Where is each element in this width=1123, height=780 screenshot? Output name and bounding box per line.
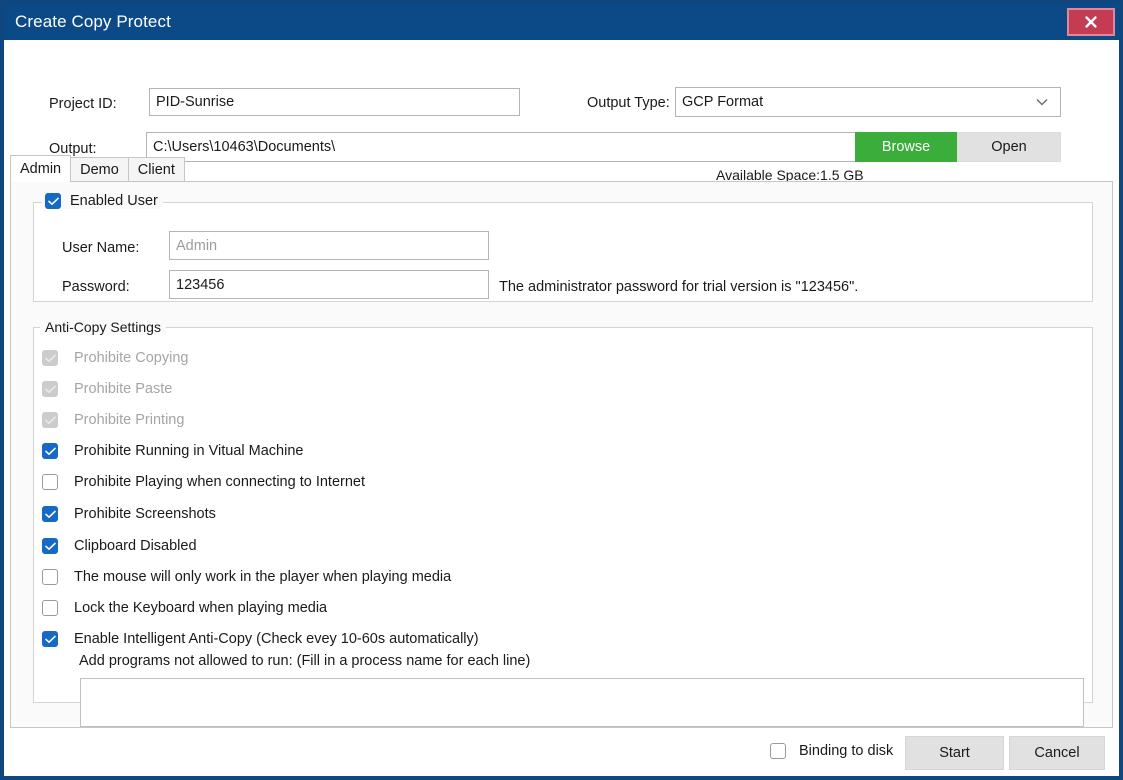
tab-demo[interactable]: Demo [70,157,129,182]
password-label: Password: [62,279,130,295]
chevron-down-icon [1030,97,1054,107]
project-id-label: Project ID: [49,96,117,112]
anti-copy-settings-group: Anti-Copy Settings Prohibite Copying Pro… [33,319,1093,727]
checkbox-label: Prohibite Screenshots [74,506,216,522]
checkbox-label: Prohibite Paste [74,381,173,397]
checkbox-prohibit-paste: Prohibite Paste [42,381,172,397]
tab-strip: Admin Demo Client [10,155,185,182]
checkbox-label: Prohibite Running in Vitual Machine [74,443,304,459]
checkbox-indicator [42,443,58,459]
create-copy-protect-window: Create Copy Protect Project ID: Output T… [0,0,1123,780]
checkbox-indicator [42,474,58,490]
close-button[interactable] [1067,8,1115,36]
tab-admin[interactable]: Admin [10,155,72,182]
tab-client[interactable]: Client [127,157,185,182]
password-input[interactable] [169,270,489,299]
username-input[interactable] [169,231,489,260]
close-icon [1085,16,1097,28]
checkbox-mouse-restricted-to-player[interactable]: The mouse will only work in the player w… [42,569,451,585]
checkbox-indicator [42,412,58,428]
checkbox-prohibit-printing: Prohibite Printing [42,412,184,428]
checkbox-indicator [42,600,58,616]
output-type-label: Output Type: [587,95,670,111]
checkbox-prohibit-copying: Prohibite Copying [42,350,188,366]
checkbox-label: Lock the Keyboard when playing media [74,600,328,616]
checkbox-prohibit-internet-play[interactable]: Prohibite Playing when connecting to Int… [42,474,365,490]
cancel-button[interactable]: Cancel [1009,736,1105,770]
checkbox-indicator [770,743,786,759]
binding-to-disk-label: Binding to disk [799,743,894,759]
binding-to-disk-checkbox[interactable]: Binding to disk [770,743,893,759]
checkbox-clipboard-disabled[interactable]: Clipboard Disabled [42,538,197,554]
title-bar: Create Copy Protect [4,4,1119,40]
username-label: User Name: [62,240,140,256]
process-list-hint: Add programs not allowed to run: (Fill i… [79,653,531,669]
anti-copy-settings-legend: Anti-Copy Settings [40,319,166,335]
enabled-user-checkbox[interactable]: Enabled User [42,193,163,209]
start-button[interactable]: Start [905,736,1004,770]
checkbox-indicator [42,381,58,397]
process-list-textarea[interactable] [80,678,1084,727]
checkbox-indicator [45,193,61,209]
output-type-value: GCP Format [682,94,764,110]
checkbox-indicator [42,631,58,647]
checkbox-lock-keyboard[interactable]: Lock the Keyboard when playing media [42,600,327,616]
checkbox-indicator [42,506,58,522]
checkbox-prohibit-virtual-machine[interactable]: Prohibite Running in Vitual Machine [42,443,303,459]
output-path-input[interactable] [146,132,856,162]
checkbox-indicator [42,350,58,366]
checkbox-label: Enable Intelligent Anti-Copy (Check evey… [74,631,479,647]
enabled-user-group: Enabled User User Name: Password: The ad… [33,193,1093,302]
checkbox-indicator [42,538,58,554]
open-button[interactable]: Open [957,132,1061,162]
checkbox-prohibit-screenshots[interactable]: Prohibite Screenshots [42,506,216,522]
project-id-input[interactable] [149,88,520,116]
checkbox-label: Prohibite Playing when connecting to Int… [74,474,365,490]
dialog-body: Project ID: Output Type: GCP Format Outp… [4,40,1119,776]
checkbox-label: The mouse will only work in the player w… [74,569,452,585]
password-hint: The administrator password for trial ver… [499,279,859,295]
checkbox-indicator [42,569,58,585]
checkbox-label: Prohibite Copying [74,350,189,366]
checkbox-label: Clipboard Disabled [74,538,197,554]
enabled-user-label: Enabled User [70,193,158,209]
window-title: Create Copy Protect [15,12,171,31]
admin-tab-panel: Enabled User User Name: Password: The ad… [10,181,1113,728]
browse-button[interactable]: Browse [855,132,957,162]
output-type-select[interactable]: GCP Format [675,87,1061,117]
checkbox-label: Prohibite Printing [74,412,185,428]
checkbox-intelligent-anti-copy[interactable]: Enable Intelligent Anti-Copy (Check evey… [42,631,479,647]
